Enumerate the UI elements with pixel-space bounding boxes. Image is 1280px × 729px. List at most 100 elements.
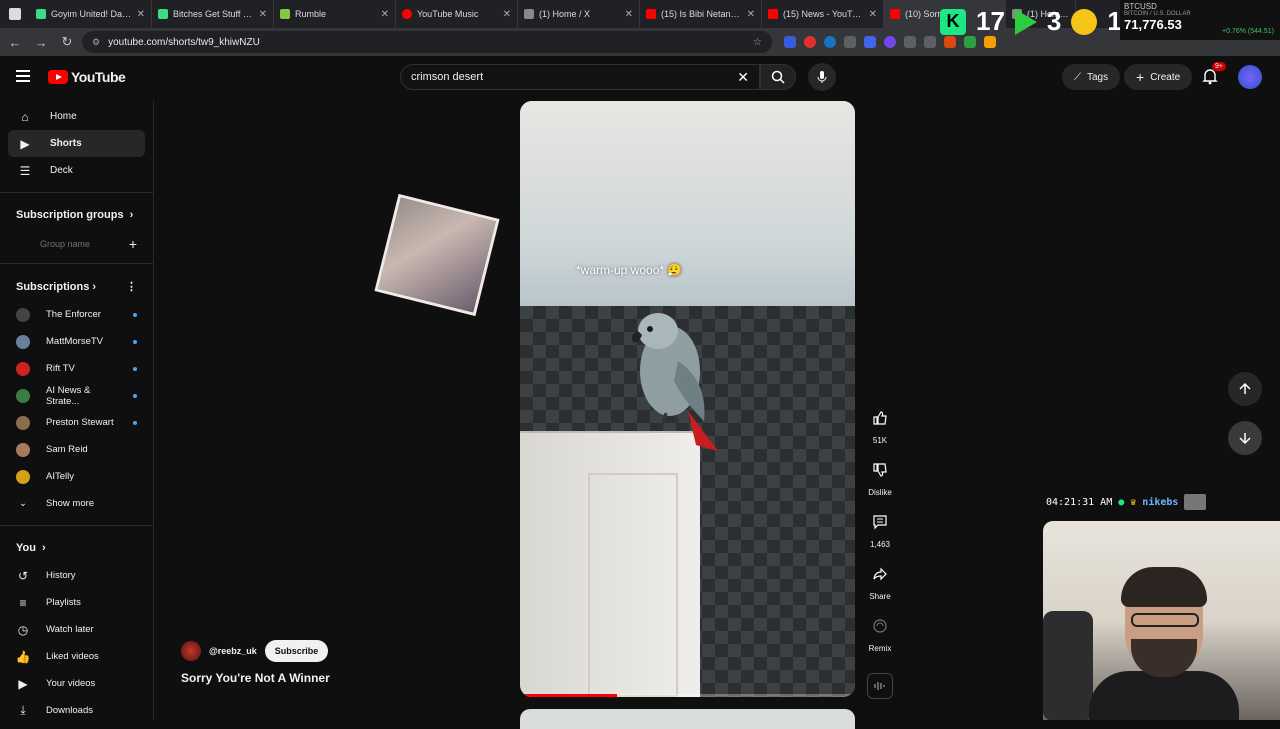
close-icon[interactable]: ✕	[259, 9, 267, 20]
like-count: 51K	[872, 436, 888, 445]
notification-count: 9+	[1212, 62, 1226, 71]
tab-favicon	[646, 9, 656, 19]
remix-button[interactable]: Remix	[862, 610, 898, 662]
extension-icon[interactable]	[784, 36, 796, 48]
viewer-face-icon	[1071, 8, 1098, 35]
microphone-icon	[817, 71, 827, 83]
browser-tab[interactable]: Rumble ✕	[274, 0, 396, 28]
extension-icon[interactable]	[864, 36, 876, 48]
sidebar-item-history[interactable]: ↺ History	[0, 562, 153, 589]
group-name-field[interactable]: Group name +	[16, 233, 137, 255]
browser-tab[interactable]: Goyim United! Dan B ✕	[30, 0, 152, 28]
search-input[interactable]: crimson desert ✕	[400, 64, 760, 90]
new-content-dot	[133, 420, 137, 425]
close-icon[interactable]: ✕	[869, 9, 877, 20]
subscriptions-header[interactable]: Subscriptions › ⋮	[0, 272, 153, 301]
like-button[interactable]: 51K	[862, 402, 898, 454]
sidebar-item-watch-later[interactable]: ◷ Watch later	[0, 616, 153, 643]
site-info-icon[interactable]: ⚙	[92, 37, 100, 48]
browser-tab[interactable]: (1) Home / X ✕	[518, 0, 640, 28]
extension-icon[interactable]	[944, 36, 956, 48]
clear-search-icon[interactable]: ✕	[737, 69, 749, 86]
subscription-item[interactable]: AI News & Strate...	[0, 382, 153, 409]
close-icon[interactable]: ✕	[381, 9, 389, 20]
youtube-logo[interactable]: YouTube	[48, 69, 126, 85]
tab-title: (15) News - YouTube	[783, 9, 864, 19]
extensions-area	[784, 36, 996, 48]
show-more-button[interactable]: ⌄ Show more	[0, 490, 153, 517]
group-name-placeholder: Group name	[40, 239, 91, 249]
extension-icon[interactable]	[924, 36, 936, 48]
short-video-player[interactable]: *warm-up wooo* 😮‍💨	[520, 101, 855, 697]
extension-icon[interactable]	[904, 36, 916, 48]
close-icon[interactable]: ✕	[747, 9, 755, 20]
channel-info: @reebz_uk Subscribe	[181, 640, 329, 662]
sidebar-item-liked-videos[interactable]: 👍 Liked videos	[0, 643, 153, 670]
sidebar-item-your-videos[interactable]: ▶ Your videos	[0, 670, 153, 697]
reload-button[interactable]: ↻	[56, 31, 78, 53]
comments-button[interactable]: 1,463	[862, 506, 898, 558]
streamer-avatar	[1184, 494, 1207, 510]
logo-text: YouTube	[71, 69, 126, 85]
next-short-button[interactable]	[1228, 421, 1262, 455]
deck-icon: ☰	[19, 163, 31, 178]
new-content-dot	[133, 339, 137, 344]
account-avatar[interactable]	[1238, 65, 1262, 89]
previous-short-button[interactable]	[1228, 372, 1262, 406]
subscribe-button[interactable]: Subscribe	[264, 640, 329, 662]
sidebar-item-playlists[interactable]: ≡ Playlists	[0, 589, 153, 616]
channel-avatar	[16, 442, 30, 457]
subscription-item[interactable]: Preston Stewart	[0, 409, 153, 436]
back-button[interactable]: ←	[4, 31, 26, 53]
subscription-groups-header[interactable]: Subscription groups ›	[0, 201, 153, 229]
channel-avatar	[16, 361, 30, 376]
create-button[interactable]: + Create	[1124, 64, 1193, 90]
extension-icon[interactable]	[844, 36, 856, 48]
tab-title: Rumble	[295, 9, 327, 19]
sidebar-item-label: Playlists	[46, 597, 81, 608]
subscription-item[interactable]: MattMorseTV	[0, 328, 153, 355]
next-short-preview[interactable]	[520, 709, 855, 729]
extension-icon[interactable]	[824, 36, 836, 48]
notifications-button[interactable]: 9+	[1200, 62, 1226, 88]
sound-button[interactable]	[867, 673, 893, 699]
tags-button[interactable]: ⟋ Tags	[1062, 64, 1121, 90]
browser-tab[interactable]: YouTube Music ✕	[396, 0, 518, 28]
close-icon[interactable]: ✕	[503, 9, 511, 20]
tab-favicon	[158, 9, 168, 19]
channel-handle[interactable]: @reebz_uk	[209, 646, 257, 656]
subscription-item[interactable]: Sam Reid	[0, 436, 153, 463]
sidebar-item-home[interactable]: ⌂ Home	[8, 103, 145, 130]
webcam-feed	[1043, 521, 1280, 720]
subscription-item[interactable]: AITelly	[0, 463, 153, 490]
dislike-label: Dislike	[868, 488, 892, 497]
browser-tab[interactable]: Bitches Get Stuff Don ✕	[152, 0, 274, 28]
channel-avatar[interactable]	[181, 641, 201, 661]
guide-menu-icon[interactable]	[16, 70, 30, 82]
video-progress-bar[interactable]	[520, 694, 855, 697]
dislike-button[interactable]: Dislike	[862, 454, 898, 506]
search-button[interactable]	[760, 64, 796, 90]
extension-icon[interactable]	[984, 36, 996, 48]
sidebar-item-shorts[interactable]: ▶ Shorts	[8, 130, 145, 157]
close-icon[interactable]: ✕	[137, 9, 145, 20]
sidebar-item-deck[interactable]: ☰ Deck	[8, 157, 145, 184]
more-options-icon[interactable]: ⋮	[126, 280, 137, 293]
address-bar[interactable]: ⚙ youtube.com/shorts/tw9_khiwNZU ☆	[82, 31, 772, 53]
browser-tab[interactable]: (15) News - YouTube ✕	[762, 0, 884, 28]
extension-icon[interactable]	[884, 36, 896, 48]
extension-icon[interactable]	[804, 36, 816, 48]
extension-icon[interactable]	[964, 36, 976, 48]
tab-search-button[interactable]	[0, 0, 30, 28]
voice-search-button[interactable]	[808, 63, 836, 91]
forward-button[interactable]: →	[30, 31, 52, 53]
browser-tab[interactable]: (15) Is Bibi Netanyah ✕	[640, 0, 762, 28]
close-icon[interactable]: ✕	[625, 9, 633, 20]
add-group-icon[interactable]: +	[129, 236, 137, 252]
subscription-item[interactable]: Rift TV	[0, 355, 153, 382]
share-button[interactable]: Share	[862, 558, 898, 610]
channel-name: Preston Stewart	[46, 417, 114, 428]
subscription-item[interactable]: The Enforcer	[0, 301, 153, 328]
you-header[interactable]: You ›	[0, 534, 153, 562]
bookmark-star-icon[interactable]: ☆	[753, 37, 762, 48]
